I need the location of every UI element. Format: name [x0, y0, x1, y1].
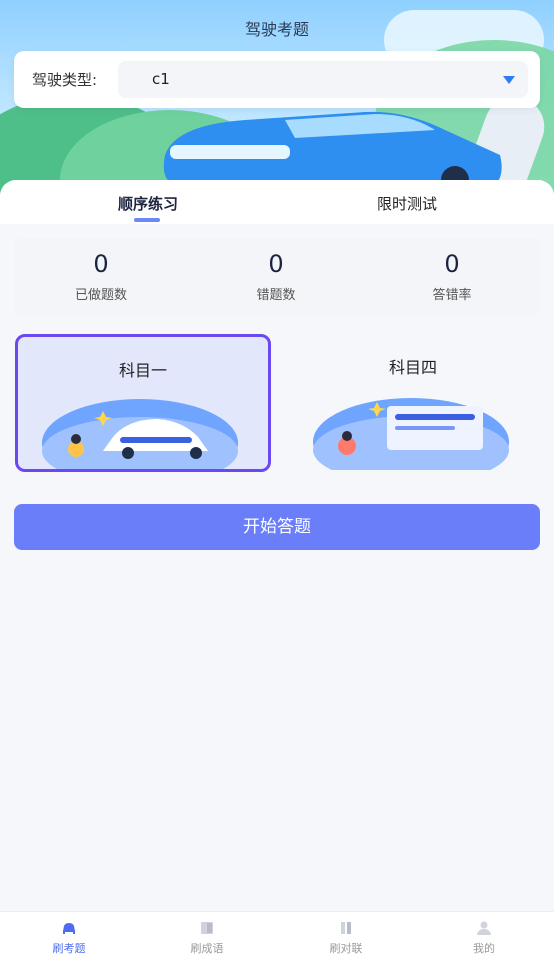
stat-done-value: 0: [93, 250, 109, 278]
stat-wrong-label: 错题数: [256, 288, 296, 303]
license-type-select[interactable]: c1: [118, 61, 528, 98]
stats-card: 0 已做题数 0 错题数 0 答错率: [14, 238, 540, 316]
stat-done: 0 已做题数: [41, 250, 161, 303]
subject-four-title: 科目四: [388, 358, 437, 377]
car-illustration: [163, 111, 502, 190]
car-icon: [42, 399, 238, 469]
scroll-icon: [341, 922, 351, 934]
nav-item-exam[interactable]: 刷考题: [29, 920, 109, 956]
stat-error-rate-value: 0: [444, 250, 460, 278]
bottom-nav: 刷考题 刷成语 刷对联 我的: [0, 911, 554, 966]
nav-item-label: 刷成语: [190, 942, 224, 955]
tab-indicator: [134, 218, 160, 222]
subject-four-card[interactable]: 科目四: [287, 334, 539, 470]
car-icon: [63, 923, 75, 934]
stat-wrong-value: 0: [268, 250, 284, 278]
person-icon: [477, 921, 491, 935]
book-icon: [201, 922, 213, 934]
tab-bar: 顺序练习 限时测试: [0, 180, 554, 224]
tab-timed-test[interactable]: 限时测试: [377, 193, 437, 214]
nav-item-idioms[interactable]: 刷成语: [167, 920, 247, 956]
start-answering-button[interactable]: 开始答题: [14, 504, 540, 550]
license-type-card: 驾驶类型: c1: [14, 51, 540, 108]
tab-sequential-practice[interactable]: 顺序练习: [118, 193, 178, 214]
nav-item-couplets[interactable]: 刷对联: [306, 920, 386, 956]
nav-item-mine[interactable]: 我的: [444, 920, 524, 956]
chevron-down-icon: [503, 76, 515, 84]
nav-item-label: 我的: [473, 942, 495, 955]
nav-item-label: 刷考题: [52, 942, 86, 955]
subject-one-card[interactable]: 科目一: [15, 334, 271, 472]
stat-error-rate-label: 答错率: [432, 288, 472, 303]
license-type-value: c1: [152, 70, 170, 88]
nav-item-label: 刷对联: [329, 942, 363, 955]
subject-one-title: 科目一: [118, 361, 167, 380]
stat-done-label: 已做题数: [74, 288, 127, 303]
stat-error-rate: 0 答错率: [392, 250, 512, 303]
main-panel: 顺序练习 限时测试 0 已做题数 0 错题数 0 答错率 科目一 科目四 开始答…: [0, 180, 554, 911]
document-icon: [313, 398, 509, 470]
stat-wrong: 0 错题数: [216, 250, 336, 303]
license-type-label: 驾驶类型:: [32, 71, 98, 89]
page-title: 驾驶考题: [244, 20, 309, 39]
